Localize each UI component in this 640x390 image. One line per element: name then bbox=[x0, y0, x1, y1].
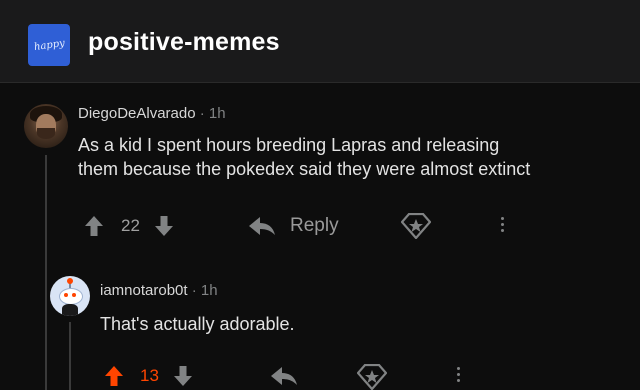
subreddit-icon-text: happy bbox=[32, 37, 66, 53]
meta-separator: · bbox=[199, 105, 205, 122]
downvote-arrow-icon[interactable] bbox=[173, 365, 193, 387]
username[interactable]: iamnotarob0t bbox=[100, 282, 188, 299]
meta-separator: · bbox=[191, 282, 197, 299]
thread-line-parent[interactable] bbox=[45, 155, 47, 390]
more-options-icon[interactable] bbox=[457, 364, 461, 385]
comment-age: 1h bbox=[200, 282, 218, 299]
award-icon[interactable] bbox=[401, 213, 431, 239]
comment-body-line-1: That's actually adorable. bbox=[100, 314, 295, 334]
subreddit-header: happy positive-memes bbox=[0, 0, 640, 83]
comment-body-line-1: As a kid I spent hours breeding Lapras a… bbox=[78, 135, 500, 155]
thread-line-child[interactable] bbox=[69, 322, 71, 390]
reply-arrow-icon bbox=[248, 216, 276, 236]
avatar[interactable] bbox=[50, 276, 90, 316]
avatar[interactable] bbox=[24, 104, 68, 148]
award-icon[interactable] bbox=[357, 364, 387, 390]
comment-meta: DiegoDeAlvarado · 1h bbox=[78, 105, 226, 122]
comment-body-line-2: them because the pokedex said they were … bbox=[78, 159, 531, 179]
reply-button[interactable]: Reply bbox=[248, 214, 339, 238]
comment-actions: 22 bbox=[84, 214, 174, 238]
upvote-arrow-icon[interactable] bbox=[104, 365, 124, 387]
username[interactable]: DiegoDeAlvarado bbox=[78, 105, 196, 122]
vote-score: 22 bbox=[121, 216, 140, 235]
reply-label: Reply bbox=[290, 215, 339, 236]
comment-meta: iamnotarob0t · 1h bbox=[100, 282, 218, 299]
subreddit-name[interactable]: positive-memes bbox=[88, 28, 280, 57]
upvote-arrow-icon[interactable] bbox=[84, 215, 104, 237]
more-options-icon[interactable] bbox=[501, 214, 505, 235]
comment-age: 1h bbox=[208, 105, 226, 122]
downvote-arrow-icon[interactable] bbox=[154, 215, 174, 237]
vote-score: 13 bbox=[140, 366, 159, 385]
subreddit-icon[interactable]: happy bbox=[28, 24, 70, 66]
comment-actions: 13 bbox=[104, 364, 193, 388]
reply-arrow-icon[interactable] bbox=[270, 366, 298, 386]
